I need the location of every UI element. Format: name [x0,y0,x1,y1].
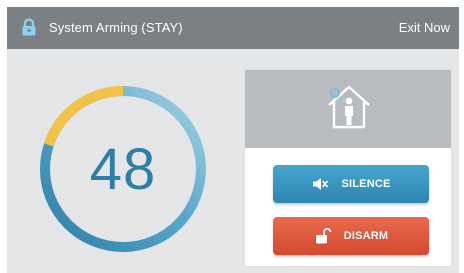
silence-label: SILENCE [341,178,391,190]
arming-screen: System Arming (STAY) Exit Now 48 SILENCE… [7,7,459,273]
action-panel: SILENCE DISARM [245,70,451,266]
countdown-ring: 48 [37,83,209,255]
countdown-value: 48 [89,136,157,202]
header-bar: System Arming (STAY) Exit Now [7,7,459,49]
disarm-button[interactable]: DISARM [273,217,429,255]
exit-now-button[interactable]: Exit Now [399,20,450,35]
status-area [245,70,451,148]
page-title: System Arming (STAY) [49,20,183,35]
unlock-icon [314,227,332,245]
silence-button[interactable]: SILENCE [273,165,429,203]
speaker-mute-icon [311,175,329,193]
lock-icon [19,17,39,37]
home-person-icon [323,81,375,133]
disarm-label: DISARM [343,230,389,242]
